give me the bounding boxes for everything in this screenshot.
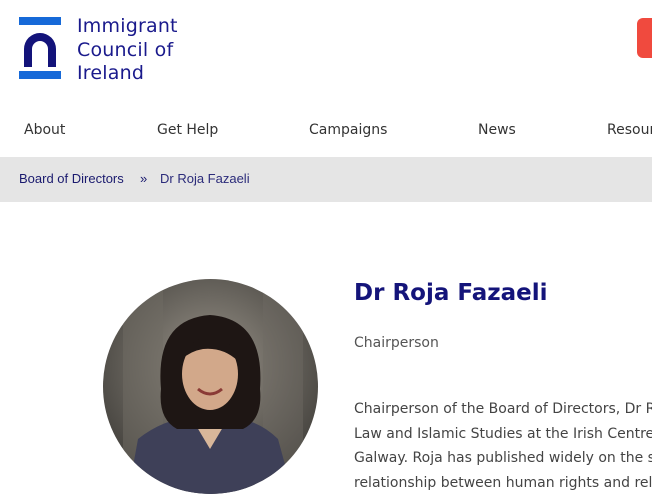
site-logo[interactable]: Immigrant Council of Ireland [18,15,198,87]
main-nav: About Get Help Campaigns News Resources [0,112,652,148]
donate-button[interactable] [637,18,652,58]
nav-item-news[interactable]: News [478,122,516,138]
bio-line: Galway. Roja has published widely on the… [354,450,652,466]
breadcrumb-parent-link[interactable]: Board of Directors [19,171,124,186]
breadcrumb-separator: » [140,171,148,186]
logo-icon [19,17,61,79]
profile-photo [103,279,318,494]
bio-line: Chairperson of the Board of Directors, D… [354,401,652,417]
profile-bio: Chairperson of the Board of Directors, D… [354,397,652,500]
profile-name: Dr Roja Fazaeli [354,280,548,306]
bio-line: Law and Islamic Studies at the Irish Cen… [354,425,652,442]
breadcrumb-current: Dr Roja Fazaeli [160,171,250,186]
nav-item-about[interactable]: About [24,122,65,138]
profile-role: Chairperson [354,335,439,351]
nav-item-get-help[interactable]: Get Help [157,122,218,138]
breadcrumb: Board of Directors » Dr Roja Fazaeli [0,157,652,202]
nav-item-campaigns[interactable]: Campaigns [309,122,387,138]
bio-line: relationship between human rights and re… [354,474,652,491]
nav-item-resources[interactable]: Resources [607,122,652,138]
logo-text: Immigrant Council of Ireland [77,15,178,84]
